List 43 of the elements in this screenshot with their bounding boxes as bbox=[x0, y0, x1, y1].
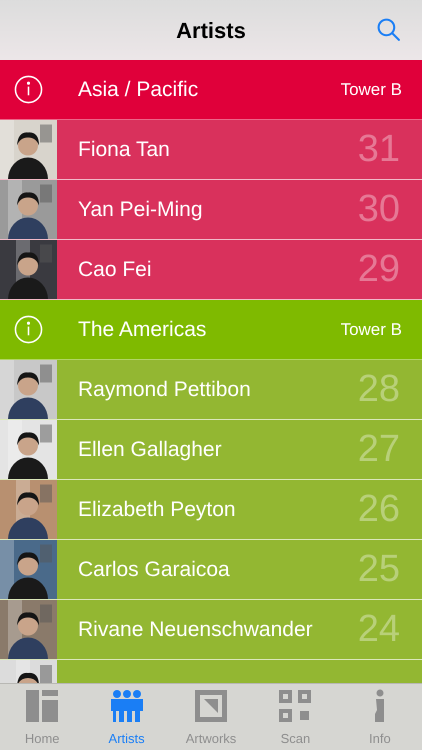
artist-name: Ellen Gallagher bbox=[78, 436, 223, 463]
page-title: Artists bbox=[176, 16, 246, 44]
search-icon[interactable] bbox=[376, 17, 401, 42]
section-header[interactable]: The Americas Tower B bbox=[0, 300, 422, 360]
section-header[interactable]: Asia / Pacific Tower B bbox=[0, 60, 422, 120]
artist-number: 26 bbox=[358, 487, 400, 532]
people-icon bbox=[110, 688, 144, 722]
tab[interactable]: Artists bbox=[84, 684, 169, 750]
artist-name: Raymond Pettibon bbox=[78, 376, 252, 403]
section-title: The Americas bbox=[78, 316, 208, 343]
artist-name: Yan Pei-Ming bbox=[78, 196, 204, 223]
tab[interactable]: Home bbox=[0, 684, 84, 750]
section-title: Asia / Pacific bbox=[78, 76, 200, 103]
qr-code-icon bbox=[278, 688, 312, 722]
artist-name: Carlos Garaicoa bbox=[78, 556, 231, 583]
location-label: Tower B bbox=[340, 78, 402, 101]
artist-number: 28 bbox=[358, 367, 400, 412]
artist-number: 24 bbox=[358, 607, 400, 652]
artist-row[interactable]: Ellen Gallagher 27 bbox=[0, 420, 422, 480]
artist-name: Rivane Neuenschwander bbox=[78, 616, 314, 643]
artist-row[interactable]: Elizabeth Peyton 26 bbox=[0, 480, 422, 540]
artist-row[interactable]: Carlos Garaicoa 25 bbox=[0, 540, 422, 600]
artist-number: 25 bbox=[358, 547, 400, 592]
artist-name: Cao Fei bbox=[78, 256, 153, 283]
artist-name: Fiona Tan bbox=[78, 136, 171, 163]
info-icon[interactable] bbox=[14, 315, 43, 344]
layout-icon bbox=[25, 688, 60, 722]
info-icon[interactable] bbox=[14, 75, 43, 104]
artist-number: 27 bbox=[358, 427, 400, 472]
tab[interactable]: Info bbox=[338, 684, 422, 750]
tab[interactable]: Artworks bbox=[168, 684, 254, 750]
artist-row[interactable]: Raymond Pettibon 28 bbox=[0, 360, 422, 420]
frame-icon bbox=[194, 688, 228, 722]
artist-number: 29 bbox=[358, 247, 400, 292]
location-label: Tower B bbox=[340, 318, 402, 341]
artist-number: 30 bbox=[358, 187, 400, 232]
artist-row[interactable]: Fiona Tan 31 bbox=[0, 120, 422, 180]
info-icon bbox=[374, 688, 385, 722]
artist-row[interactable]: Yan Pei-Ming 30 bbox=[0, 180, 422, 240]
tab[interactable]: Scan bbox=[253, 684, 338, 750]
artist-number: 31 bbox=[358, 127, 400, 172]
artist-row[interactable]: Cao Fei 29 bbox=[0, 240, 422, 300]
artist-name: Elizabeth Peyton bbox=[78, 496, 237, 523]
